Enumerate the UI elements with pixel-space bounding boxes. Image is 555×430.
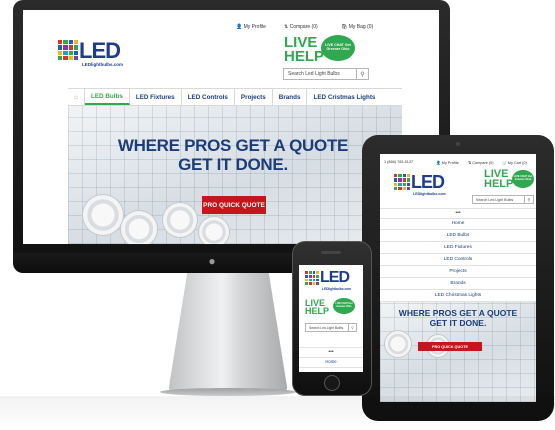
live-chat-text: LIVE CHAT Get Greener Ohio: [513, 175, 533, 181]
logo-wordmark: LED: [320, 269, 350, 286]
tablet-search-input[interactable]: Search Led Light Bulbs ⚲: [472, 195, 534, 204]
logo-domain: LEDlightbulbs.com: [413, 192, 446, 196]
tablet-menu-led-christmas-lights[interactable]: LED Christmas Lights: [380, 290, 536, 302]
search-placeholder: Search Led Light Bulbs: [309, 325, 344, 330]
tablet-my-profile-label: My Profile: [441, 161, 459, 165]
monitor-stand: [168, 273, 288, 393]
nav-led-bulbs[interactable]: LED Bulbs: [85, 89, 130, 105]
search-placeholder: Search Led Light Bulbs: [476, 197, 514, 202]
live-chat-bubble[interactable]: LIVE CHAT Get Greener Ohio: [321, 35, 355, 61]
phone-search-button[interactable]: ⚲: [348, 324, 356, 331]
hero-headline-line1: WHERE PROS GET A QUOTE: [398, 308, 518, 318]
phone-brand-logo[interactable]: LED LEDlightbulbs.com: [305, 269, 359, 293]
phone-live-help-title: LIVE HELP: [305, 298, 330, 317]
tablet-camera: [456, 142, 460, 146]
my-bag-link[interactable]: 🛍 My Bag (0): [341, 24, 373, 30]
tablet-pro-quick-quote-button[interactable]: PRO QUICK QUOTE: [418, 342, 482, 351]
logo-wordmark: LED: [411, 172, 445, 192]
main-nav: ⌂ LED Bulbs LED Fixtures LED Controls Pr…: [68, 88, 402, 106]
search-input[interactable]: Search Led Light Bulbs ⚲: [283, 68, 369, 80]
tablet-compare-label: Compare (0): [472, 161, 494, 165]
hero-banner: WHERE PROS GET A QUOTE GET IT DONE. PRO …: [68, 106, 402, 244]
magnifier-icon: ⚲: [527, 197, 531, 202]
search-placeholder: Search Led Light Bulbs: [288, 71, 340, 77]
floor-reflection: [0, 396, 555, 430]
phone-live-chat-bubble[interactable]: LIVE CHAT Get Greener Ohio: [333, 298, 355, 314]
tablet-live-chat-bubble[interactable]: LIVE CHAT Get Greener Ohio: [512, 170, 534, 188]
brand-logo[interactable]: LED LEDlightbulbs.com: [58, 38, 138, 70]
tablet-menu-home[interactable]: Home: [380, 218, 536, 230]
tablet-screen: 1 (866) 783-5137 👤 My Profile ⇅ Compare …: [380, 154, 536, 402]
search-button[interactable]: ⚲: [356, 69, 368, 79]
tablet-hero-headline: WHERE PROS GET A QUOTE GET IT DONE.: [390, 308, 526, 328]
my-profile-label: My Profile: [243, 24, 266, 30]
logo-grid-icon: [58, 40, 78, 60]
tablet-hero-banner: WHERE PROS GET A QUOTE GET IT DONE. PRO …: [380, 302, 536, 402]
live-help-line2: HELP: [484, 177, 514, 190]
home-icon[interactable]: ⌂: [68, 89, 85, 105]
tablet-brand-logo[interactable]: LED LEDlightbulbs.com: [394, 172, 454, 200]
logo-grid-icon: [394, 174, 410, 190]
magnifier-icon: ⚲: [351, 325, 354, 330]
my-profile-link[interactable]: 👤 My Profile: [236, 24, 266, 30]
hero-headline-line1: WHERE PROS GET A QUOTE: [117, 136, 349, 155]
blueprint-roll-image: [120, 210, 158, 244]
blueprint-roll-image: [82, 194, 124, 236]
apple-logo-icon: ●: [208, 254, 216, 268]
logo-wordmark: LED: [79, 38, 121, 63]
nav-led-fixtures[interactable]: LED Fixtures: [130, 89, 182, 105]
tablet-compare-link[interactable]: ⇅ Compare (0): [468, 160, 494, 165]
phone-home-button: [324, 375, 340, 391]
logo-domain: LEDlightbulbs.com: [322, 287, 352, 291]
nav-led-controls[interactable]: LED Controls: [182, 89, 235, 105]
compare-label: Compare (0): [289, 24, 318, 30]
compare-link[interactable]: ⇅ Compare (0): [284, 24, 318, 30]
live-help-line2: HELP: [305, 306, 330, 317]
live-help-line2: HELP: [284, 47, 325, 65]
live-help-title: LIVE HELP: [284, 35, 325, 65]
tablet-live-help-title: LIVE HELP: [484, 169, 514, 190]
tablet-cart-link[interactable]: 🛒 My Cart (0): [502, 160, 527, 165]
nav-brands[interactable]: Brands: [273, 89, 308, 105]
tablet-menu-led-bulbs[interactable]: LED Bulbs: [380, 230, 536, 242]
blueprint-roll-image: [384, 330, 412, 358]
pro-quick-quote-button[interactable]: PRO QUICK QUOTE: [202, 196, 266, 214]
tablet-search-button[interactable]: ⚲: [524, 196, 533, 203]
logo-grid-icon: [305, 271, 319, 285]
magnifier-icon: ⚲: [360, 71, 365, 78]
phone-screen: LED LEDlightbulbs.com LIVE HELP LIVE CHA…: [299, 265, 363, 372]
nav-led-christmas-lights[interactable]: LED Cristmas Lights: [307, 89, 381, 105]
tablet-menu-projects[interactable]: Projects: [380, 266, 536, 278]
tablet-menu-led-fixtures[interactable]: LED Fixtures: [380, 242, 536, 254]
my-bag-label: My Bag (0): [348, 24, 374, 30]
live-chat-text: LIVE CHAT Get Greener Ohio: [335, 302, 353, 308]
hero-headline-line2: GET IT DONE.: [178, 155, 288, 174]
live-chat-text: LIVE CHAT Get Greener Ohio: [325, 43, 351, 51]
hero-headline: WHERE PROS GET A QUOTE GET IT DONE.: [108, 136, 358, 174]
tablet-my-profile-link[interactable]: 👤 My Profile: [436, 160, 459, 165]
tablet-menu-led-controls[interactable]: LED Controls: [380, 254, 536, 266]
tablet-phone-number[interactable]: 1 (866) 783-5137: [384, 160, 413, 164]
blueprint-roll-image: [162, 202, 198, 238]
hero-headline-line2: GET IT DONE.: [429, 318, 487, 328]
monitor-stand-base: [160, 388, 296, 396]
logo-domain: LEDlightbulbs.com: [82, 62, 123, 67]
phone-speaker: [321, 251, 341, 254]
tablet-cart-label: My Cart (0): [507, 161, 527, 165]
blueprint-roll-image: [198, 216, 230, 244]
tablet-menu-brands[interactable]: Brands: [380, 278, 536, 290]
nav-projects[interactable]: Projects: [235, 89, 273, 105]
phone-menu-home[interactable]: Home: [299, 357, 363, 368]
phone-search-input[interactable]: Search Led Light Bulbs ⚲: [305, 323, 357, 332]
